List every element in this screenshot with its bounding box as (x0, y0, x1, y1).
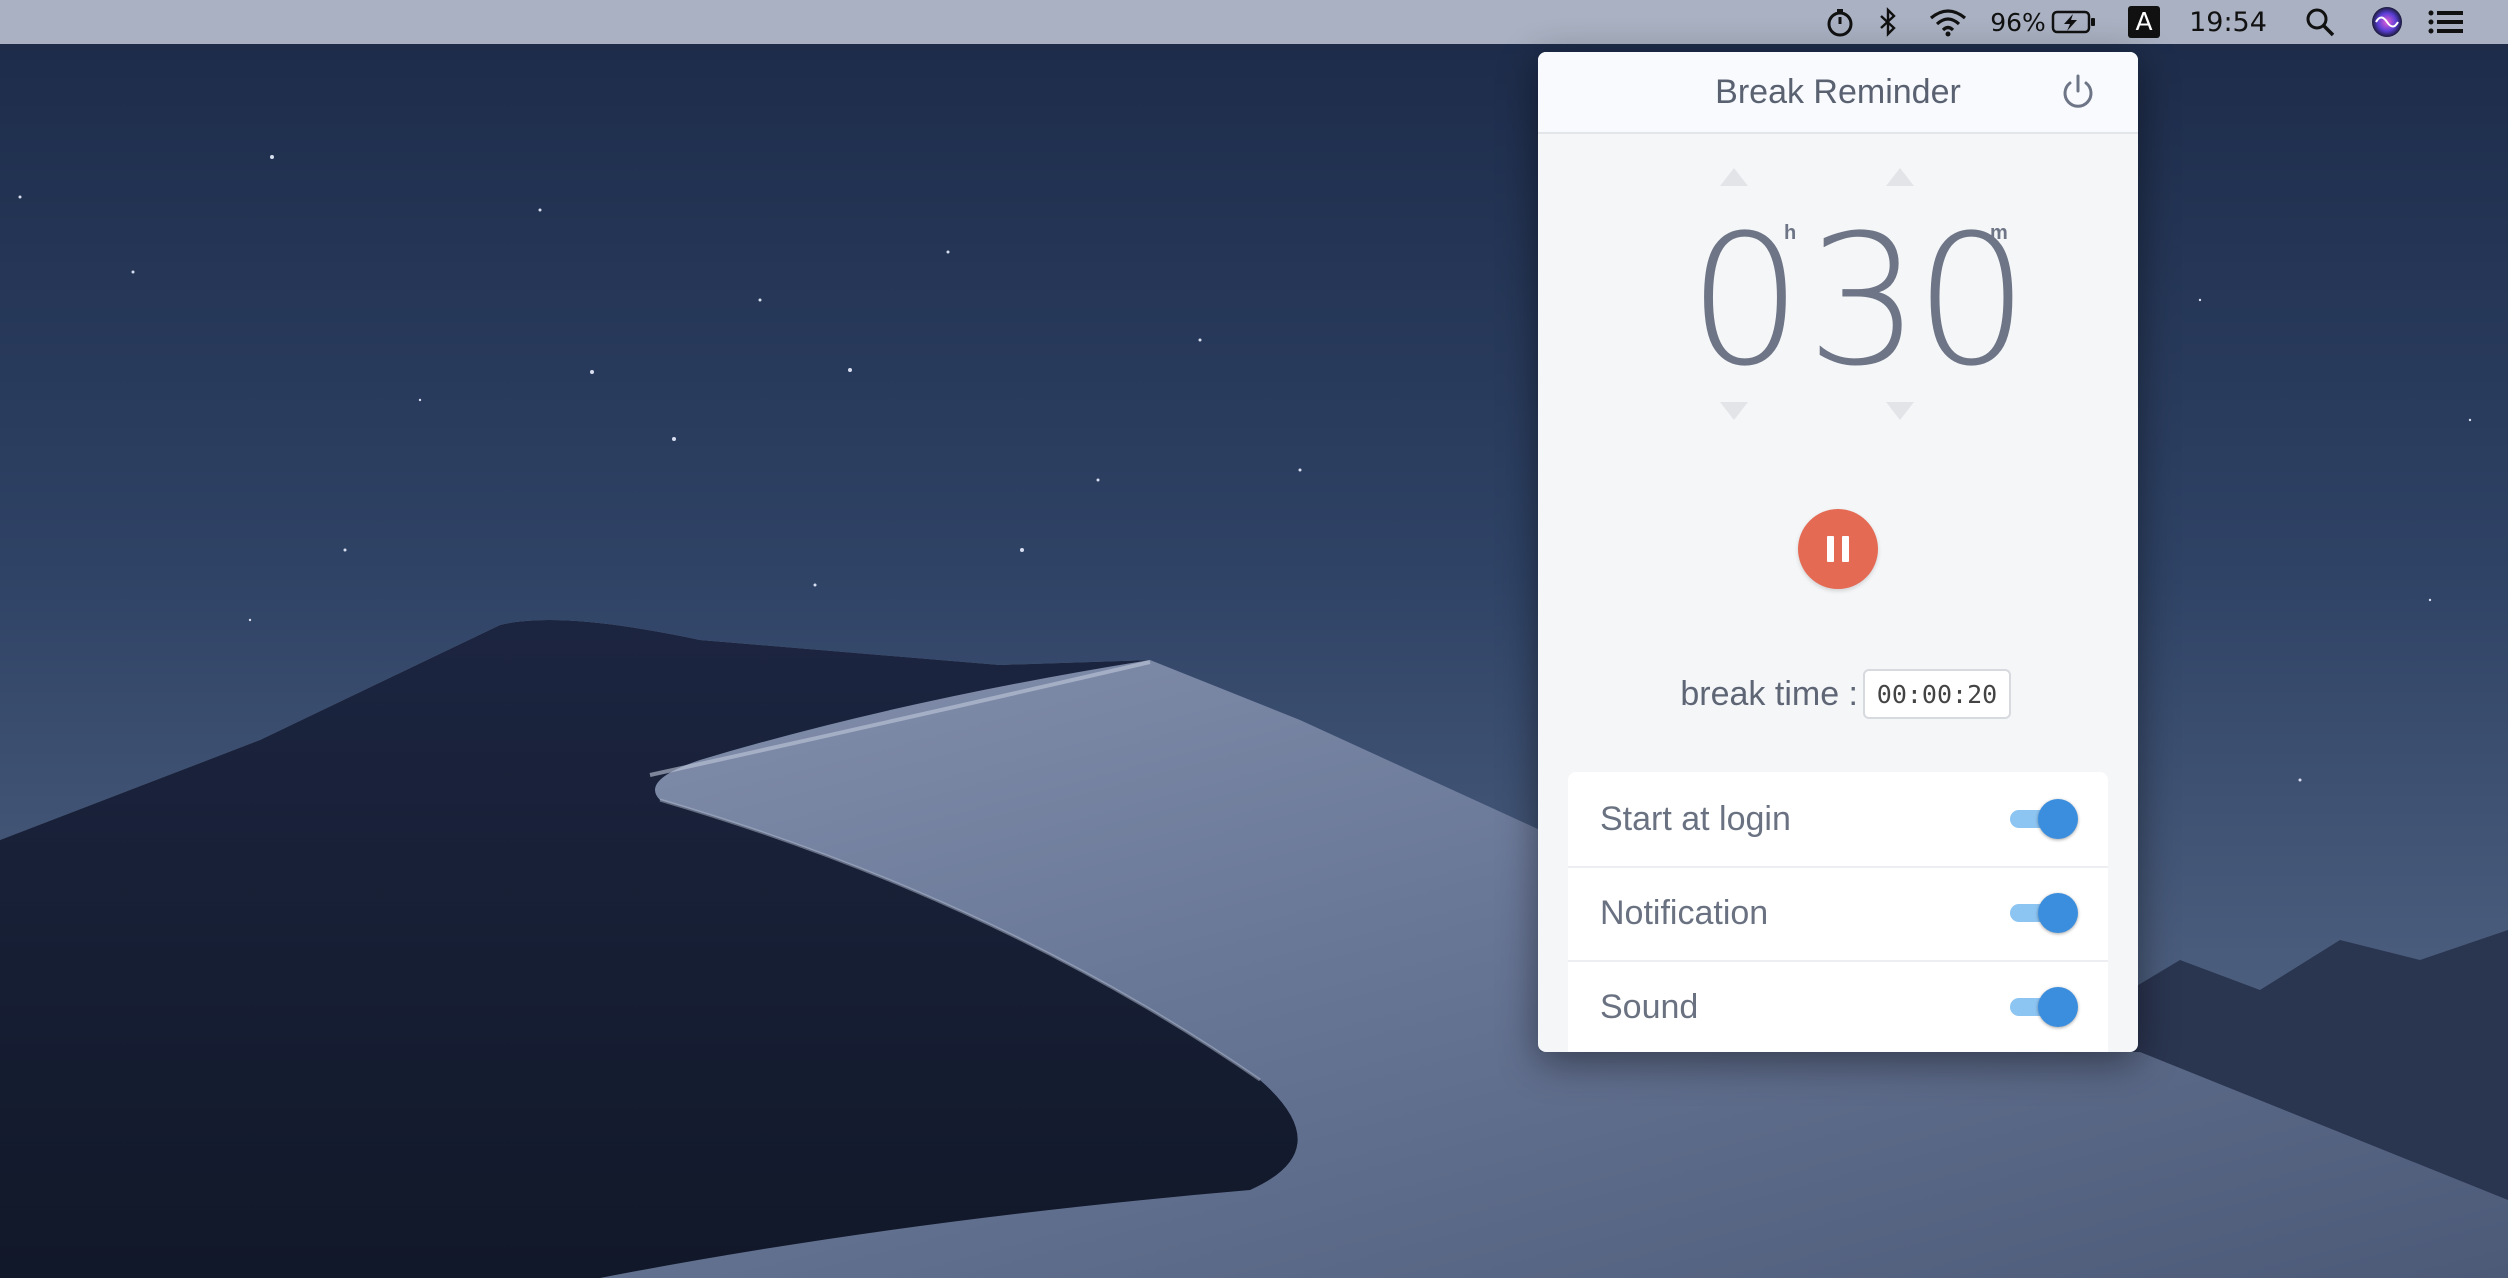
break-time-label: break time : (1680, 675, 1858, 713)
input-source-label: A (2128, 6, 2160, 38)
toggle-knob (2038, 799, 2078, 839)
pause-icon-bar (1842, 536, 1849, 562)
input-source-icon[interactable]: A (2126, 0, 2162, 44)
hours-increment-arrow[interactable] (1720, 168, 1748, 186)
stopwatch-icon[interactable] (1822, 0, 1858, 44)
settings-card: Start at login Notification Sound (1568, 772, 2108, 1052)
start-at-login-toggle[interactable] (2008, 799, 2080, 839)
battery-percent[interactable]: 96% (1990, 0, 2046, 44)
break-reminder-popover: Break Reminder 0 h 30 m break time : Sta… (1538, 52, 2138, 1052)
timer-hours-unit: h (1784, 222, 1797, 244)
bluetooth-icon[interactable] (1874, 0, 1902, 44)
hours-decrement-arrow[interactable] (1720, 402, 1748, 420)
notification-center-icon[interactable] (2426, 0, 2466, 44)
setting-label: Sound (1600, 988, 1699, 1026)
setting-label: Notification (1600, 894, 1769, 932)
minutes-decrement-arrow[interactable] (1886, 402, 1914, 420)
break-time-input[interactable] (1863, 669, 2011, 719)
setting-label: Start at login (1600, 800, 1791, 838)
toggle-knob (2038, 987, 2078, 1027)
menu-bar: 96% A 19:54 (0, 0, 2508, 44)
battery-charging-icon[interactable] (2050, 0, 2098, 44)
pause-icon (1827, 536, 1834, 562)
setting-row-notification: Notification (1568, 866, 2108, 962)
setting-row-start-at-login: Start at login (1568, 772, 2108, 868)
siri-icon[interactable] (2368, 0, 2406, 44)
minutes-increment-arrow[interactable] (1886, 168, 1914, 186)
setting-row-sound: Sound (1568, 960, 2108, 1052)
popover-title: Break Reminder (1715, 73, 1961, 111)
popover-header: Break Reminder (1538, 52, 2138, 134)
spotlight-search-icon[interactable] (2300, 0, 2340, 44)
clock[interactable]: 19:54 (2182, 0, 2274, 44)
notification-toggle[interactable] (2008, 893, 2080, 933)
timer-minutes-unit: m (1990, 222, 2008, 244)
toggle-knob (2038, 893, 2078, 933)
pause-button[interactable] (1798, 509, 1878, 589)
timer-hours[interactable]: 0 (1688, 212, 1803, 392)
wifi-icon[interactable] (1926, 0, 1970, 44)
power-icon[interactable] (2058, 72, 2098, 112)
sound-toggle[interactable] (2008, 987, 2080, 1027)
